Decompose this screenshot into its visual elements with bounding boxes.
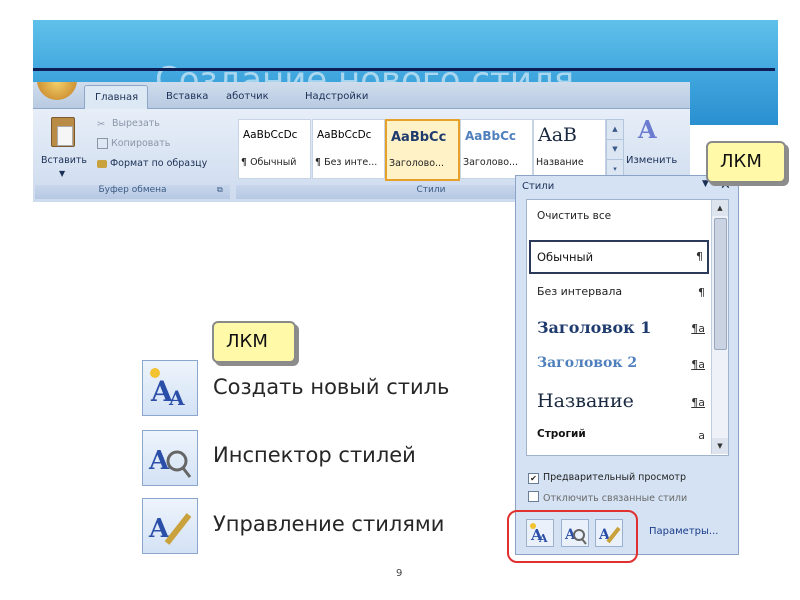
format-painter-button[interactable]: Формат по образцу [97,158,207,169]
style-sample: AaB [538,124,578,146]
style-gallery-title[interactable]: AaB Название [533,119,606,179]
cut-button[interactable]: ✂ Вырезать [97,118,160,130]
chevron-up-icon[interactable]: ▲ [712,200,728,216]
scissors-icon: ✂ [97,118,105,130]
lkm-callout-top: ЛКМ [706,141,786,183]
style-item-label: Заголовок 2 [537,355,638,371]
copy-icon [97,138,108,149]
style-item-label: Название [537,390,634,412]
checkbox-checked-icon[interactable]: ✔ [528,473,539,484]
office-button[interactable] [37,82,77,100]
dialog-launcher-icon[interactable]: ⧉ [217,185,223,195]
highlight-oval [507,510,638,563]
change-styles-label: Изменить [626,155,678,166]
disable-linked-label: Отключить связанные стили [543,493,688,504]
scrollbar-thumb[interactable] [714,218,727,350]
feature-label-new-style: Создать новый стиль [213,375,450,399]
lkm-callout-middle: ЛКМ [212,321,296,363]
chevron-down-icon[interactable]: ▼ [712,438,728,454]
style-sample: AaBbCcDc [317,129,372,141]
manage-styles-icon: A [148,513,192,545]
style-gallery-label: Заголово... [463,157,519,168]
style-item-no-spacing[interactable]: Без интервала ¶ [529,276,709,310]
new-style-icon: AA [150,368,185,410]
style-item-clear-all[interactable]: Очистить все [529,201,709,235]
paste-label: Вставить [41,155,88,166]
styles-pane: Стили ▼ ✕ Очистить все Обычный ¶ Без инт… [515,175,739,555]
style-gallery-label: Название [536,157,584,168]
brush-icon [97,159,107,168]
clipboard-group-label: Буфер обмена [35,185,230,199]
feature-label-manage-styles: Управление стилями [213,512,445,536]
tab-home-label: Главная [95,92,139,103]
style-gallery-label: ¶ Без инте... [315,157,378,168]
style-list-scrollbar[interactable]: ▲ ▼ [711,200,728,454]
character-style-icon: a [698,429,705,442]
style-item-label: Обычный [537,250,594,264]
style-inspector-icon: A [148,446,192,478]
new-style-feature-icon: AA [142,360,198,416]
options-link[interactable]: Параметры... [649,526,718,537]
style-item-heading2[interactable]: Заголовок 2 ¶a [529,348,709,382]
feature-label-style-inspector: Инспектор стилей [213,443,416,467]
style-gallery-heading2[interactable]: AaBbCc Заголово... [460,119,533,179]
title-underline [33,68,775,71]
style-gallery-no-spacing[interactable]: AaBbCcDc ¶ Без инте... [312,119,385,179]
tab-insert[interactable]: Вставка [166,91,208,102]
style-item-label: Заголовок 1 [537,318,652,337]
styles-pane-title: Стили [522,181,555,192]
chevron-down-icon[interactable]: ▼ [607,140,623,160]
style-gallery-label: Заголово... [389,158,445,169]
ribbon-tab-bar: Главная Вставка аботчик Надстройки [33,82,690,110]
style-gallery-normal[interactable]: AaBbCcDc ¶ Обычный [238,119,311,179]
callout-label: ЛКМ [226,331,268,352]
chevron-up-icon[interactable]: ▲ [607,120,623,140]
linked-style-icon: ¶a [691,322,705,335]
callout-label: ЛКМ [720,151,762,172]
preview-checkbox[interactable]: ✔ Предварительный просмотр [528,472,686,484]
style-sample: AaBbCc [391,130,447,145]
disable-linked-checkbox[interactable]: Отключить связанные стили [528,491,687,504]
copy-button[interactable]: Копировать [97,138,170,149]
style-item-normal[interactable]: Обычный ¶ [529,240,709,274]
style-item-label: Без интервала [537,285,623,298]
style-item-heading1[interactable]: Заголовок 1 ¶a [529,312,709,346]
style-item-strong[interactable]: Строгий a [529,419,709,453]
paste-button[interactable]: Вставить ▼ [39,115,88,178]
style-inspector-feature-icon: A [142,430,198,486]
cut-label: Вырезать [112,118,160,129]
style-gallery-heading1[interactable]: AaBbCc Заголово... [385,119,460,181]
linked-style-icon: ¶a [691,396,705,409]
preview-label: Предварительный просмотр [543,472,686,483]
style-item-title[interactable]: Название ¶a [529,386,709,420]
style-sample: AaBbCc [465,129,517,143]
manage-styles-feature-icon: A [142,498,198,554]
style-gallery-label: ¶ Обычный [241,157,297,168]
checkbox-unchecked-icon[interactable] [528,491,539,502]
paragraph-mark-icon: ¶ [698,286,705,299]
change-styles-icon: A [638,115,657,144]
page-number: 9 [396,568,403,579]
style-sample: AaBbCcDc [243,129,298,141]
linked-style-icon: ¶a [691,358,705,371]
style-item-label: Очистить все [537,210,612,222]
style-list: Очистить все Обычный ¶ Без интервала ¶ З… [526,199,729,456]
chevron-down-icon: ▼ [59,169,66,178]
tab-addins[interactable]: Надстройки [305,91,368,102]
clipboard-icon [51,117,75,147]
copy-label: Копировать [111,138,171,149]
change-styles-button[interactable]: A Изменить [622,115,684,177]
tab-developer[interactable]: аботчик [226,91,269,102]
svg-text:A: A [168,386,185,410]
format-painter-label: Формат по образцу [110,158,208,169]
tab-home[interactable]: Главная [84,85,148,110]
paragraph-mark-icon: ¶ [696,250,703,263]
style-item-label: Строгий [537,428,586,440]
